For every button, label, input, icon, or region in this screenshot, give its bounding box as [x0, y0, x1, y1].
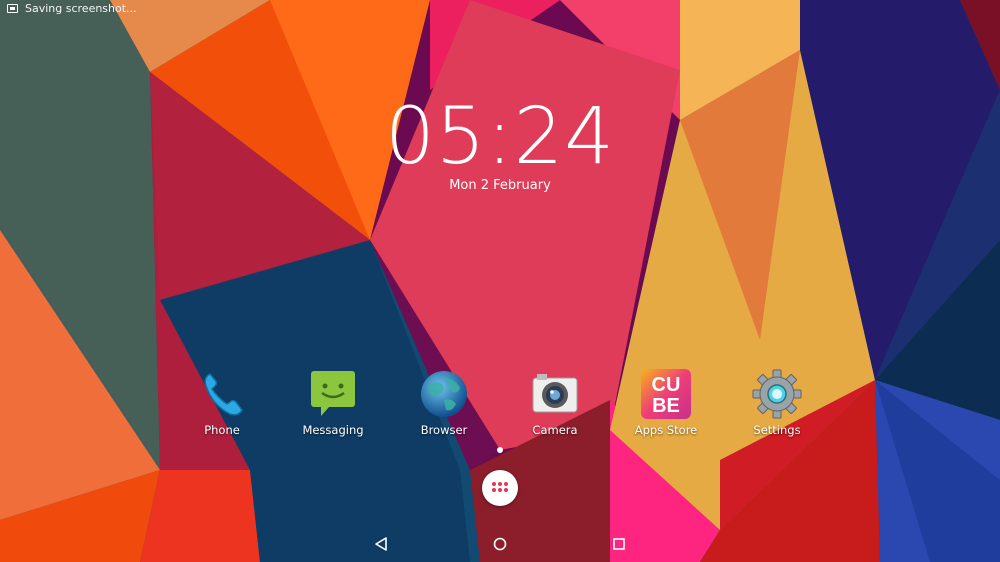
- phone-icon: [196, 368, 248, 420]
- clock-time[interactable]: 05:24: [0, 92, 1000, 182]
- app-drawer-icon: [492, 482, 508, 492]
- app-messaging[interactable]: Messaging: [288, 368, 378, 437]
- camera-icon: [529, 368, 581, 420]
- app-label: Camera: [532, 423, 578, 437]
- back-icon: [375, 537, 387, 551]
- app-camera[interactable]: Camera: [510, 368, 600, 437]
- navigation-bar: [0, 526, 1000, 562]
- app-apps-store[interactable]: CU BE Apps Store: [621, 368, 711, 437]
- app-browser[interactable]: Browser: [399, 368, 489, 437]
- clock-date: Mon 2 February: [449, 178, 551, 193]
- status-bar: Saving screenshot...: [0, 0, 1000, 18]
- app-drawer-button[interactable]: [482, 470, 518, 506]
- app-label: Browser: [420, 423, 468, 437]
- browser-icon: [418, 368, 470, 420]
- app-label: Settings: [753, 423, 801, 437]
- back-button[interactable]: [366, 532, 396, 556]
- svg-text:CU: CU: [652, 374, 681, 396]
- settings-gear-icon: [751, 368, 803, 420]
- svg-text:BE: BE: [652, 395, 680, 417]
- home-icon: [493, 537, 507, 551]
- app-phone[interactable]: Phone: [177, 368, 267, 437]
- screenshot-icon: [7, 4, 18, 13]
- app-label: Apps Store: [634, 423, 698, 437]
- notification-text: Saving screenshot...: [25, 2, 137, 15]
- app-settings[interactable]: Settings: [732, 368, 822, 437]
- recents-icon: [613, 538, 625, 550]
- cube-apps-store-icon: CU BE: [640, 368, 692, 420]
- home-button[interactable]: [485, 532, 515, 556]
- messaging-icon: [307, 368, 359, 420]
- app-label: Messaging: [302, 423, 364, 437]
- page-indicator-dot: [497, 447, 503, 453]
- recents-button[interactable]: [604, 532, 634, 556]
- app-label: Phone: [204, 423, 240, 437]
